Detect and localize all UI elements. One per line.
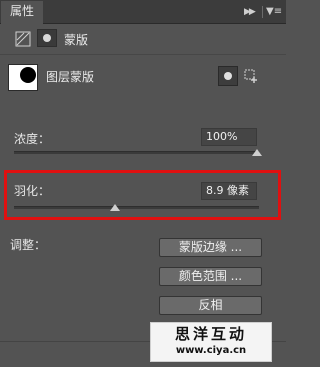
watermark-url: www.ciya.cn [175,345,247,356]
apply-mask-icon[interactable] [243,68,259,84]
panel-collapse-icon[interactable]: ▶▶ [244,5,256,19]
mask-thumbnail[interactable] [8,64,38,91]
tab-divider [262,6,263,18]
watermark: 思洋互动 www.ciya.cn [150,322,272,362]
panel-menu-icon[interactable]: ▼≡ [266,5,282,19]
panel-tab-bar: 属性 ▶▶ ▼≡ [0,0,286,24]
pixel-mask-icon[interactable] [15,31,31,47]
mask-mode-row: 蒙版 [0,24,286,55]
tab-properties[interactable]: 属性 [1,1,44,24]
color-range-button[interactable]: 颜色范围 ... [159,267,262,286]
vector-mask-icon[interactable] [37,29,57,47]
density-slider-track[interactable] [14,151,259,154]
properties-panel: 属性 ▶▶ ▼≡ 蒙版 图层蒙版 浓度： 100% 羽化： 8.9 像素 调整：… [0,0,286,367]
density-label: 浓度： [14,132,51,146]
mask-edge-button[interactable]: 蒙版边缘 ... [159,238,262,257]
density-input[interactable]: 100% [201,128,257,146]
mode-label: 蒙版 [64,33,89,47]
layer-mask-label: 图层蒙版 [46,70,95,84]
watermark-title: 思洋互动 [174,325,247,343]
invert-button[interactable]: 反相 [159,296,262,315]
select-mask-icon[interactable] [218,66,238,86]
adjust-label: 调整： [10,238,47,252]
density-slider-thumb[interactable] [252,149,262,156]
feather-highlight-box [4,170,281,220]
